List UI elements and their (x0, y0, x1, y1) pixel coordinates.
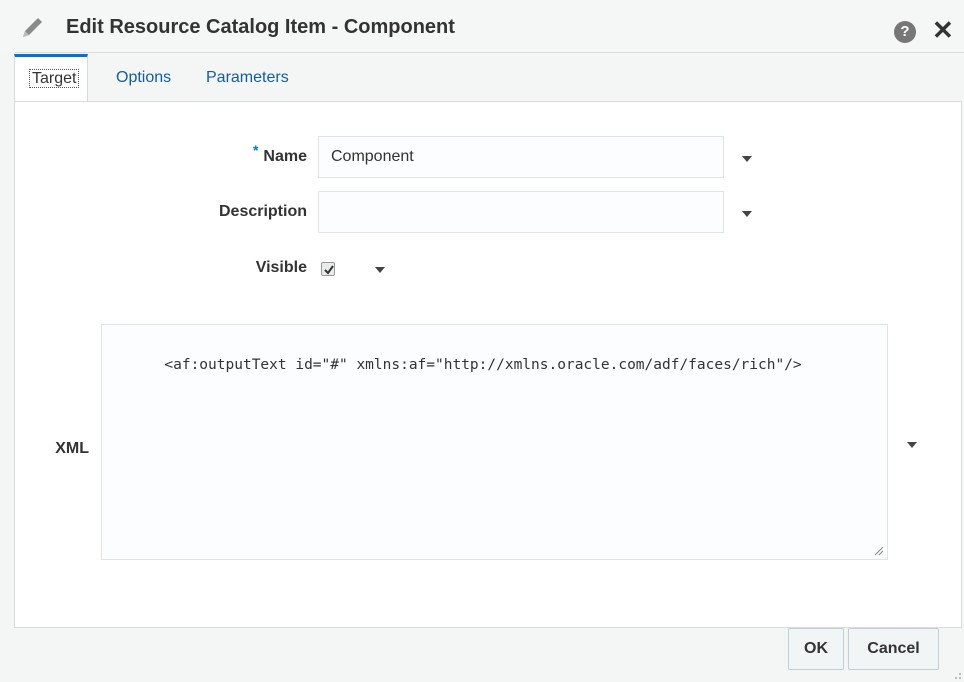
description-input[interactable] (318, 191, 724, 233)
visible-chevron-down-icon[interactable] (375, 267, 385, 273)
tab-target[interactable]: Target (14, 54, 88, 102)
dialog-resize-grip-icon[interactable] (950, 668, 962, 680)
target-panel: * Name Component Description Visible XML … (14, 101, 962, 628)
tab-options[interactable]: Options (102, 54, 185, 102)
dialog-title: Edit Resource Catalog Item - Component (66, 16, 455, 38)
cancel-button[interactable]: Cancel (848, 628, 939, 670)
pencil-icon (23, 18, 42, 37)
header-divider (15, 52, 964, 53)
dialog-header: Edit Resource Catalog Item - Component ?… (0, 0, 964, 54)
tab-target-label: Target (29, 69, 80, 88)
close-icon[interactable]: ✕ (932, 15, 954, 45)
checkmark-icon (324, 265, 334, 275)
xml-text: <af:outputText id="#" xmlns:af="http://x… (164, 357, 802, 373)
name-label-text: Name (263, 148, 307, 165)
tab-options-label: Options (116, 69, 172, 86)
required-marker: * (252, 142, 259, 158)
visible-label: Visible (255, 259, 307, 276)
visible-checkbox[interactable] (321, 262, 335, 276)
xml-textarea[interactable]: <af:outputText id="#" xmlns:af="http://x… (101, 324, 888, 560)
description-chevron-down-icon[interactable] (742, 211, 752, 217)
tab-parameters[interactable]: Parameters (192, 54, 303, 102)
edit-resource-dialog: Edit Resource Catalog Item - Component ?… (0, 0, 964, 682)
xml-label: XML (55, 440, 89, 457)
tab-parameters-label: Parameters (206, 69, 289, 86)
help-icon[interactable]: ? (894, 21, 916, 43)
name-input[interactable]: Component (318, 136, 724, 178)
description-label: Description (218, 203, 307, 220)
name-chevron-down-icon[interactable] (742, 156, 752, 162)
xml-chevron-down-icon[interactable] (907, 442, 917, 448)
resize-handle-icon[interactable] (872, 544, 884, 556)
name-label: * Name (195, 142, 307, 166)
ok-button[interactable]: OK (788, 628, 844, 670)
